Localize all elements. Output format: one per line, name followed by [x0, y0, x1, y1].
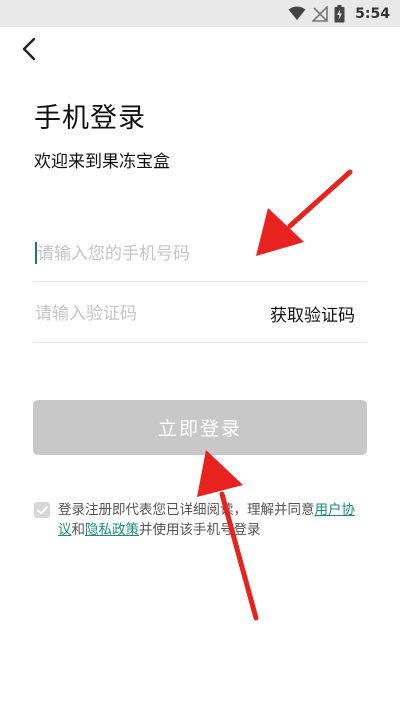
- phone-field-row: [33, 224, 367, 282]
- checkmark-icon: [36, 505, 48, 514]
- privacy-policy-link[interactable]: 隐私政策: [85, 522, 139, 538]
- status-icons: 5:54: [288, 4, 390, 23]
- status-time: 5:54: [355, 5, 390, 22]
- code-field-row: 获取验证码: [33, 283, 367, 343]
- page-title: 手机登录: [34, 103, 146, 134]
- agreement-text-and: 和: [71, 522, 86, 538]
- agreement-text: 登录注册即代表您已详细阅读，理解并同意用户协议和隐私政策并使用该手机号登录: [58, 500, 358, 540]
- battery-charging-icon: [334, 4, 345, 22]
- agreement-text-after: 并使用该手机号登录: [139, 522, 261, 538]
- agreement-text-before: 登录注册即代表您已详细阅读，理解并同意: [58, 502, 315, 518]
- get-code-button[interactable]: 获取验证码: [270, 301, 355, 326]
- wifi-icon: [288, 6, 306, 20]
- chevron-left-icon: [22, 37, 36, 61]
- page-subtitle: 欢迎来到果冻宝盒: [34, 152, 170, 172]
- phone-number-input[interactable]: [35, 240, 355, 268]
- login-button[interactable]: 立即登录: [33, 400, 367, 455]
- verification-code-input[interactable]: [35, 300, 235, 328]
- status-bar: 5:54: [0, 0, 400, 27]
- no-signal-icon: [312, 5, 328, 22]
- back-button[interactable]: [14, 34, 44, 64]
- agreement-checkbox[interactable]: [34, 502, 50, 518]
